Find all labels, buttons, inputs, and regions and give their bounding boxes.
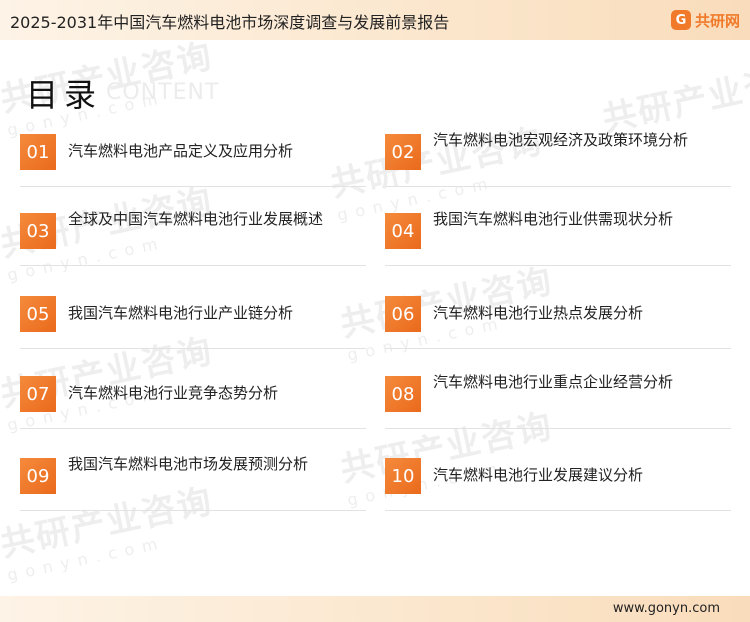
item-label: 我国汽车燃料电池行业产业链分析 (68, 304, 294, 322)
toc-title: 目录 (26, 76, 103, 114)
item-label: 汽车燃料电池行业重点企业经营分析 (433, 373, 674, 391)
footer-url: www.gonyn.com (612, 601, 720, 616)
item-number-badge: 01 (20, 134, 56, 170)
item-label: 汽车燃料电池行业热点发展分析 (433, 304, 644, 322)
logo-icon: G (670, 10, 691, 30)
item-number-badge: 09 (20, 458, 56, 494)
item-number-badge: 03 (20, 213, 56, 249)
item-number-badge: 02 (385, 134, 421, 170)
footer-bar: www.gonyn.com (0, 596, 750, 622)
toc-subtitle: CONTENT (106, 80, 220, 105)
header-bar: 2025-2031年中国汽车燃料电池市场深度调查与发展前景报告 G 共研网 (0, 0, 750, 40)
item-label: 我国汽车燃料电池行业供需现状分析 (433, 210, 674, 228)
item-label: 汽车燃料电池产品定义及应用分析 (68, 142, 294, 160)
toc-item-02: 02 汽车燃料电池宏观经济及政策环境分析 (385, 126, 731, 187)
toc-item-04: 04 我国汽车燃料电池行业供需现状分析 (385, 205, 731, 266)
toc-item-09: 09 我国汽车燃料电池市场发展预测分析 (20, 450, 366, 511)
item-label: 汽车燃料电池行业竞争态势分析 (68, 384, 279, 402)
toc-item-05: 05 我国汽车燃料电池行业产业链分析 (20, 288, 366, 349)
item-label: 全球及中国汽车燃料电池行业发展概述 (68, 210, 324, 228)
toc-item-01: 01 汽车燃料电池产品定义及应用分析 (20, 126, 366, 187)
item-number-badge: 05 (20, 296, 56, 332)
item-label: 汽车燃料电池行业发展建议分析 (433, 466, 644, 484)
logo-text: 共研网 (694, 11, 740, 30)
logo: G 共研网 (670, 9, 740, 31)
toc-item-08: 08 汽车燃料电池行业重点企业经营分析 (385, 368, 731, 429)
toc-item-03: 03 全球及中国汽车燃料电池行业发展概述 (20, 205, 366, 266)
toc-item-06: 06 汽车燃料电池行业热点发展分析 (385, 288, 731, 349)
toc-item-07: 07 汽车燃料电池行业竞争态势分析 (20, 368, 366, 429)
item-number-badge: 08 (385, 376, 421, 412)
item-label: 我国汽车燃料电池市场发展预测分析 (68, 455, 309, 473)
report-title: 2025-2031年中国汽车燃料电池市场深度调查与发展前景报告 (10, 13, 450, 32)
item-label: 汽车燃料电池宏观经济及政策环境分析 (433, 131, 689, 149)
item-number-badge: 04 (385, 213, 421, 249)
item-number-badge: 07 (20, 376, 56, 412)
toc-item-10: 10 汽车燃料电池行业发展建议分析 (385, 450, 731, 511)
item-number-badge: 06 (385, 296, 421, 332)
item-number-badge: 10 (385, 458, 421, 494)
